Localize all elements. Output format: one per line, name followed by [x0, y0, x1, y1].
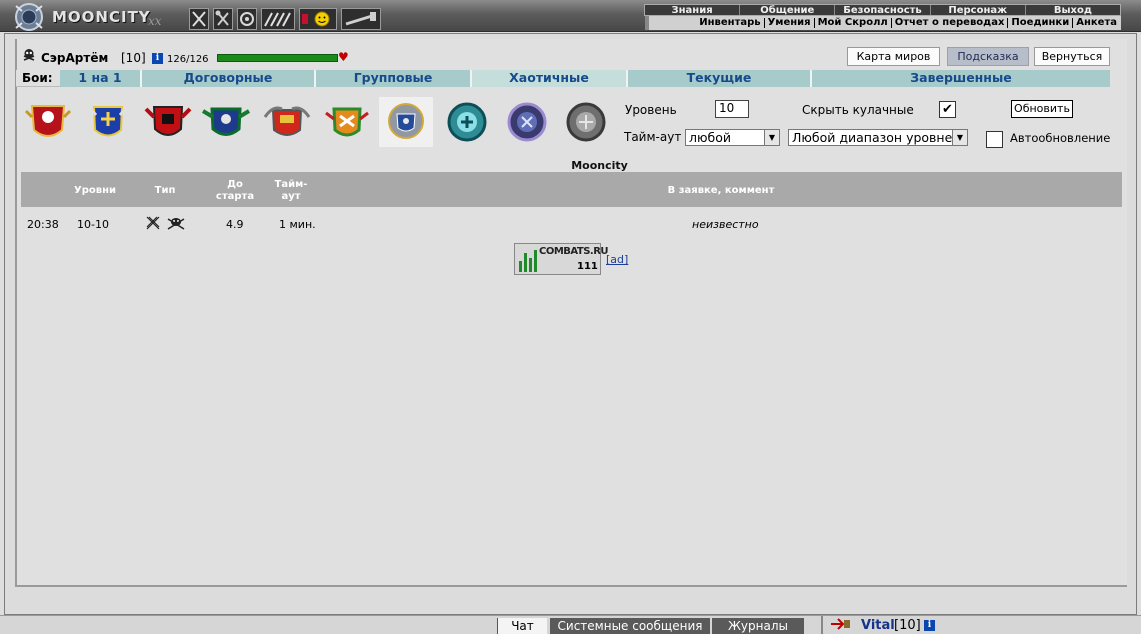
- tab-contract[interactable]: Договорные: [142, 70, 316, 87]
- menu-knowledge[interactable]: Знания: [645, 5, 741, 16]
- combats-counter-badge[interactable]: COMBATS.RU 111: [514, 243, 609, 275]
- level-range-select-value: Любой диапазон уровней: [792, 130, 961, 145]
- tab-one-on-one[interactable]: 1 на 1: [60, 70, 142, 87]
- row-timeout: 1 мин.: [279, 218, 316, 231]
- online-list: Vital [10] i: [821, 616, 1141, 634]
- tab-finished[interactable]: Завершенные: [812, 70, 1110, 87]
- emblem-9-icon[interactable]: [500, 97, 554, 147]
- tab-logs[interactable]: Журналы: [712, 618, 804, 634]
- info-icon[interactable]: i: [152, 53, 163, 64]
- emblem-8-icon[interactable]: [440, 97, 494, 147]
- main-menu: Знания Общение Безопасность Персонаж Вых…: [644, 4, 1121, 16]
- emblem-2-icon[interactable]: [81, 97, 135, 147]
- emblem-1-icon[interactable]: [21, 97, 75, 147]
- logo-suffix: xx: [148, 14, 162, 28]
- bar-chart-icon: [519, 250, 537, 272]
- logo-text: MOONCITY: [52, 8, 151, 26]
- autorefresh-checkbox[interactable]: [986, 131, 1003, 148]
- battle-tabs: Бои: 1 на 1 Договорные Групповые Хаотичн…: [16, 70, 1110, 87]
- table-title: Mooncity: [571, 159, 628, 172]
- col-start-line1: До: [227, 179, 243, 190]
- crossed-swords-icon[interactable]: [189, 8, 209, 30]
- crossed-swords-icon: [146, 216, 160, 230]
- hammer-icon[interactable]: [341, 8, 381, 30]
- hp-bar: [217, 54, 338, 62]
- submenu-profile[interactable]: Анкета: [1073, 18, 1117, 28]
- back-button[interactable]: Вернуться: [1034, 47, 1110, 66]
- hint-button[interactable]: Подсказка: [947, 47, 1029, 66]
- tabs-label: Бои:: [16, 70, 60, 87]
- settings-gear-icon[interactable]: [237, 8, 257, 30]
- col-comment: В заявке, коммент: [667, 185, 775, 196]
- tab-chat[interactable]: Чат: [497, 618, 547, 634]
- submenu-inventory[interactable]: Инвентарь: [696, 18, 765, 28]
- bottom-bar: Чат Системные сообщения Журналы Vital [1…: [0, 615, 1141, 634]
- row-levels: 10-10: [77, 218, 109, 231]
- emblem-10-icon[interactable]: [559, 97, 613, 147]
- row-time: 20:38: [27, 218, 59, 231]
- online-player-level: [10]: [894, 618, 921, 633]
- timeout-select[interactable]: любой ▼: [685, 129, 780, 146]
- level-input[interactable]: 10: [715, 100, 749, 118]
- tab-chaotic[interactable]: Хаотичные: [472, 70, 628, 87]
- menu-communication[interactable]: Общение: [740, 5, 836, 16]
- dropdown-arrow-icon: ▼: [764, 130, 779, 145]
- skull-icon: [23, 49, 35, 61]
- tab-group[interactable]: Групповые: [316, 70, 472, 87]
- tab-system-messages[interactable]: Системные сообщения: [550, 618, 710, 634]
- hide-fists-checkbox[interactable]: ✔: [939, 101, 956, 118]
- menu-character[interactable]: Персонаж: [930, 5, 1026, 16]
- emblem-5-icon[interactable]: [260, 97, 314, 147]
- row-comment: неизвестно: [692, 218, 759, 231]
- hide-fists-label: Скрыть кулачные: [802, 103, 914, 117]
- refresh-button[interactable]: Обновить: [1011, 100, 1073, 118]
- col-timeout-line2: аут: [281, 191, 301, 202]
- col-levels: Уровни: [74, 185, 116, 196]
- col-start-line2: старта: [215, 191, 255, 202]
- emblem-7-icon[interactable]: [379, 97, 433, 147]
- combats-count: 111: [577, 261, 598, 272]
- menu-security[interactable]: Безопасность: [835, 5, 931, 16]
- dropdown-arrow-icon: ▼: [952, 130, 967, 145]
- emblem-6-icon[interactable]: [320, 97, 374, 147]
- submenu-my-scroll[interactable]: Мой Скролл: [815, 18, 892, 28]
- menu-exit[interactable]: Выход: [1025, 5, 1121, 16]
- autorefresh-label: Автообновление: [1010, 131, 1111, 145]
- level-label: Уровень: [625, 103, 677, 117]
- world-map-button[interactable]: Карта миров: [847, 47, 940, 66]
- ad-link[interactable]: [ad]: [606, 253, 628, 266]
- battle-group-icon: [167, 218, 185, 230]
- info-icon[interactable]: i: [924, 620, 935, 631]
- main-frame: СэрАртём [10] i 126/126 ♥ Карта миров По…: [4, 33, 1137, 615]
- smiley-icon[interactable]: [299, 8, 337, 30]
- hp-text: 126/126: [167, 54, 209, 65]
- top-navigation-bar: MOONCITY xx Знания Общение Безопасность …: [0, 0, 1141, 32]
- submenu-skills[interactable]: Умения: [765, 18, 815, 28]
- sub-menu: Инвентарь Умения Мой Скролл Отчет о пере…: [645, 16, 1121, 30]
- character-name[interactable]: СэрАртём: [41, 51, 108, 65]
- private-message-arrow-icon[interactable]: [829, 617, 851, 631]
- heart-icon: ♥: [338, 50, 349, 64]
- submenu-duels[interactable]: Поединки: [1008, 18, 1074, 28]
- battle-panel: СэрАртём [10] i 126/126 ♥ Карта миров По…: [15, 39, 1127, 587]
- timeout-select-value: любой: [689, 130, 731, 145]
- tools-icon[interactable]: [213, 8, 233, 30]
- col-type: Тип: [154, 185, 176, 196]
- emblem-3-icon[interactable]: [141, 97, 195, 147]
- city-emblem-icon: [15, 3, 43, 31]
- col-timeout-line1: Тайм-: [274, 179, 308, 190]
- level-range-select[interactable]: Любой диапазон уровней ▼: [788, 129, 968, 146]
- character-level: [10]: [121, 51, 146, 65]
- emblem-4-icon[interactable]: [199, 97, 253, 147]
- online-player-name[interactable]: Vital: [861, 618, 895, 633]
- combats-text: COMBATS.RU: [539, 246, 609, 257]
- tab-current[interactable]: Текущие: [628, 70, 812, 87]
- tricks-icon[interactable]: [261, 8, 295, 30]
- submenu-transfer-report[interactable]: Отчет о переводах: [892, 18, 1009, 28]
- row-start: 4.9: [226, 218, 244, 231]
- timeout-label: Тайм-аут: [624, 130, 682, 144]
- table-header: Уровни Тип До старта Тайм- аут В заявке,…: [21, 172, 1122, 207]
